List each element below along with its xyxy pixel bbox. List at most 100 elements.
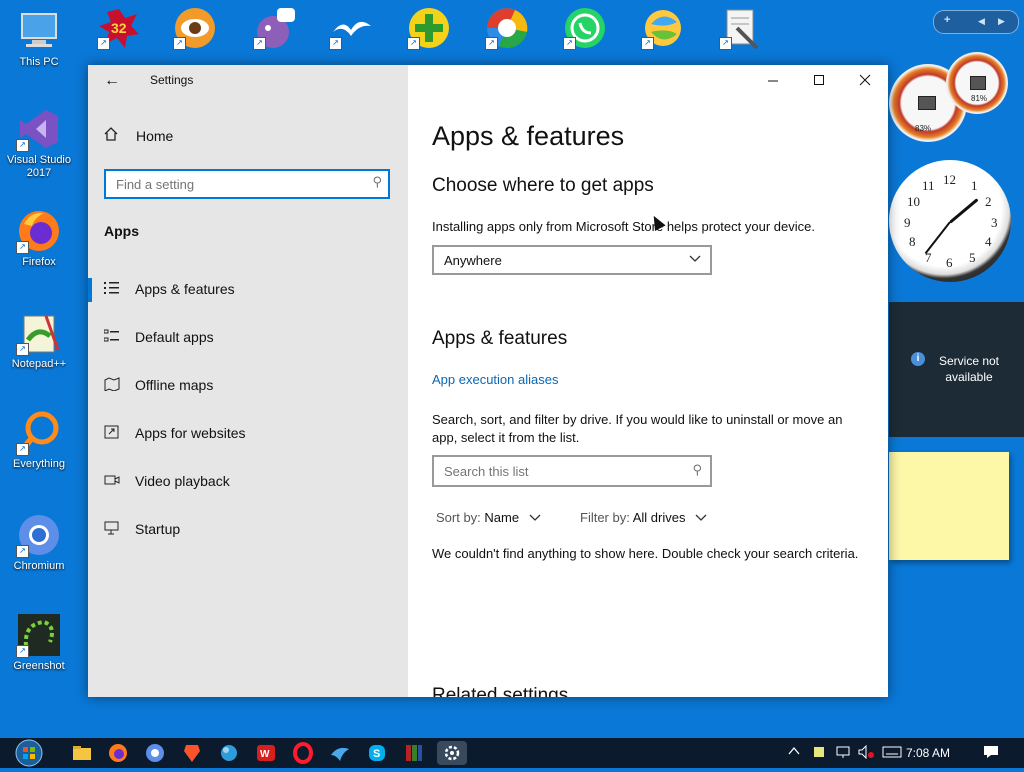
sidebar-item-label: Default apps xyxy=(135,329,214,345)
desktop-icon-top-1[interactable]: 32 ↗ xyxy=(90,6,148,64)
windows-orb-icon xyxy=(15,739,43,767)
filter-value: All drives xyxy=(632,510,686,525)
tools-document-icon: ↗ xyxy=(719,6,763,50)
back-arrow-icon[interactable]: ← xyxy=(102,71,122,91)
shortcut-arrow-icon: ↗ xyxy=(563,37,576,50)
desktop-icon-top-6[interactable]: ↗ xyxy=(478,6,536,64)
taskbar-opera[interactable] xyxy=(291,741,315,765)
firefox-icon: ↗ xyxy=(16,208,62,254)
red-splat-icon: 32 ↗ xyxy=(97,6,141,50)
desktop-icon-top-2[interactable]: ↗ xyxy=(166,6,224,64)
gadget-prev-button[interactable]: ◀ xyxy=(978,16,985,27)
find-setting-input[interactable] xyxy=(106,171,366,197)
app-execution-aliases-link[interactable]: App execution aliases xyxy=(432,372,558,387)
app-list-search-input[interactable] xyxy=(434,457,694,485)
search-sort-description: Search, sort, and filter by drive. If yo… xyxy=(432,412,843,445)
tray-keyboard-icon[interactable] xyxy=(882,745,902,762)
shortcut-arrow-icon: ↗ xyxy=(97,37,110,50)
maximize-icon xyxy=(814,75,824,85)
desktop-icon-top-3[interactable]: ↗ xyxy=(246,6,304,64)
whatsapp-icon: ↗ xyxy=(563,6,607,50)
taskbar-archive-app[interactable] xyxy=(402,741,426,765)
taskbar: W S 7:08 AM xyxy=(0,738,1024,768)
taskbar-settings[interactable] xyxy=(437,741,467,765)
close-button[interactable] xyxy=(842,65,888,97)
sidebar-item-video-playback[interactable]: Video playback xyxy=(88,462,408,502)
list-icon xyxy=(104,281,122,297)
desktop-icon-firefox[interactable]: ↗ Firefox xyxy=(2,208,76,269)
security-plus-icon: ↗ xyxy=(407,6,451,50)
taskbar-brave[interactable] xyxy=(180,741,204,765)
taskbar-chromium[interactable] xyxy=(143,741,167,765)
nav-home[interactable]: Home xyxy=(104,127,173,144)
app-source-dropdown[interactable]: Anywhere xyxy=(432,245,712,275)
home-icon xyxy=(104,127,124,144)
desktop-icon-top-7[interactable]: ↗ xyxy=(556,6,614,64)
sort-label: Sort by: xyxy=(436,510,481,525)
desktop-icon-visual-studio[interactable]: ↗ Visual Studio 2017 xyxy=(2,106,76,180)
close-icon xyxy=(859,74,871,86)
taskbar-bird-app[interactable] xyxy=(328,741,352,765)
taskbar-skype[interactable]: S xyxy=(365,741,389,765)
desktop-icon-top-4[interactable]: ↗ xyxy=(322,6,380,64)
taskbar-app-blue[interactable] xyxy=(217,741,241,765)
desktop-icon-label: Visual Studio 2017 xyxy=(6,154,71,179)
desktop-icon-label: Notepad++ xyxy=(11,358,67,370)
shortcut-arrow-icon: ↗ xyxy=(16,443,29,456)
sidebar-item-startup[interactable]: Startup xyxy=(88,510,408,550)
desktop-icon-this-pc[interactable]: This PC xyxy=(2,8,76,69)
search-icon: ⚲ xyxy=(692,462,702,477)
cpu-chip-icon xyxy=(918,96,936,110)
desktop-icon-label: Greenshot xyxy=(13,660,65,672)
desktop-icon-notepadpp[interactable]: ↗ Notepad++ xyxy=(2,310,76,371)
tray-network-icon[interactable] xyxy=(836,745,852,762)
add-gadget-button[interactable]: + xyxy=(944,14,950,26)
page-title: Apps & features xyxy=(432,121,625,151)
desktop-icon-chromium[interactable]: ↗ Chromium xyxy=(2,512,76,573)
desktop-icon-greenshot[interactable]: ↗ Greenshot xyxy=(2,612,76,673)
sidebar-item-default-apps[interactable]: Default apps xyxy=(88,318,408,358)
taskbar-wps-office[interactable]: W xyxy=(254,741,278,765)
related-settings-heading: Related settings xyxy=(432,685,569,697)
clock-number: 4 xyxy=(985,234,992,249)
filter-label: Filter by: xyxy=(580,510,630,525)
desktop-icon-everything[interactable]: ↗ Everything xyxy=(2,410,76,471)
video-icon xyxy=(104,473,122,489)
windows-xp-logo-icon: ↗ xyxy=(641,6,685,50)
choose-apps-heading: Choose where to get apps xyxy=(432,175,654,196)
folder-icon xyxy=(73,746,91,760)
sidebar-item-offline-maps[interactable]: Offline maps xyxy=(88,366,408,406)
desktop-icon-top-9[interactable]: ↗ xyxy=(712,6,770,64)
gear-icon xyxy=(444,745,460,761)
minimize-button[interactable] xyxy=(750,65,796,97)
tray-notes-icon[interactable] xyxy=(812,745,826,762)
start-button[interactable] xyxy=(10,739,48,767)
nav-home-label: Home xyxy=(136,128,174,144)
gadget-next-button[interactable]: ▶ xyxy=(998,16,1005,27)
sidebar-item-apps-features[interactable]: Apps & features xyxy=(88,270,408,310)
taskbar-file-explorer[interactable] xyxy=(70,741,94,765)
computer-icon xyxy=(16,8,62,54)
sticky-note-gadget[interactable] xyxy=(889,452,1009,560)
skype-icon: S xyxy=(369,745,385,761)
sidebar-item-label: Video playback xyxy=(135,473,230,489)
clock-number: 8 xyxy=(909,234,916,249)
clock-hour-hand xyxy=(924,221,951,255)
taskbar-clock[interactable]: 7:08 AM xyxy=(906,746,950,760)
chevron-up-icon xyxy=(788,746,800,755)
desktop-icon-top-8[interactable]: ↗ xyxy=(634,6,692,64)
find-setting-field[interactable]: ⚲ xyxy=(104,169,390,199)
app-list-search-field[interactable]: ⚲ xyxy=(432,455,712,487)
show-hidden-icons[interactable] xyxy=(788,745,800,760)
info-icon: i xyxy=(911,352,925,366)
action-center-button[interactable] xyxy=(983,745,999,762)
clock-gadget[interactable]: 12 1 2 3 4 5 6 7 8 9 10 11 xyxy=(889,160,1011,282)
sidebar-item-apps-websites[interactable]: Apps for websites xyxy=(88,414,408,454)
taskbar-firefox[interactable] xyxy=(106,741,130,765)
sort-dropdown[interactable]: Sort by: Name xyxy=(436,510,541,525)
maximize-button[interactable] xyxy=(796,65,842,97)
clock-number: 5 xyxy=(969,250,976,265)
desktop-icon-top-5[interactable]: ↗ xyxy=(400,6,458,64)
tray-volume-muted-icon[interactable] xyxy=(858,744,876,762)
filter-dropdown[interactable]: Filter by: All drives xyxy=(580,510,707,525)
